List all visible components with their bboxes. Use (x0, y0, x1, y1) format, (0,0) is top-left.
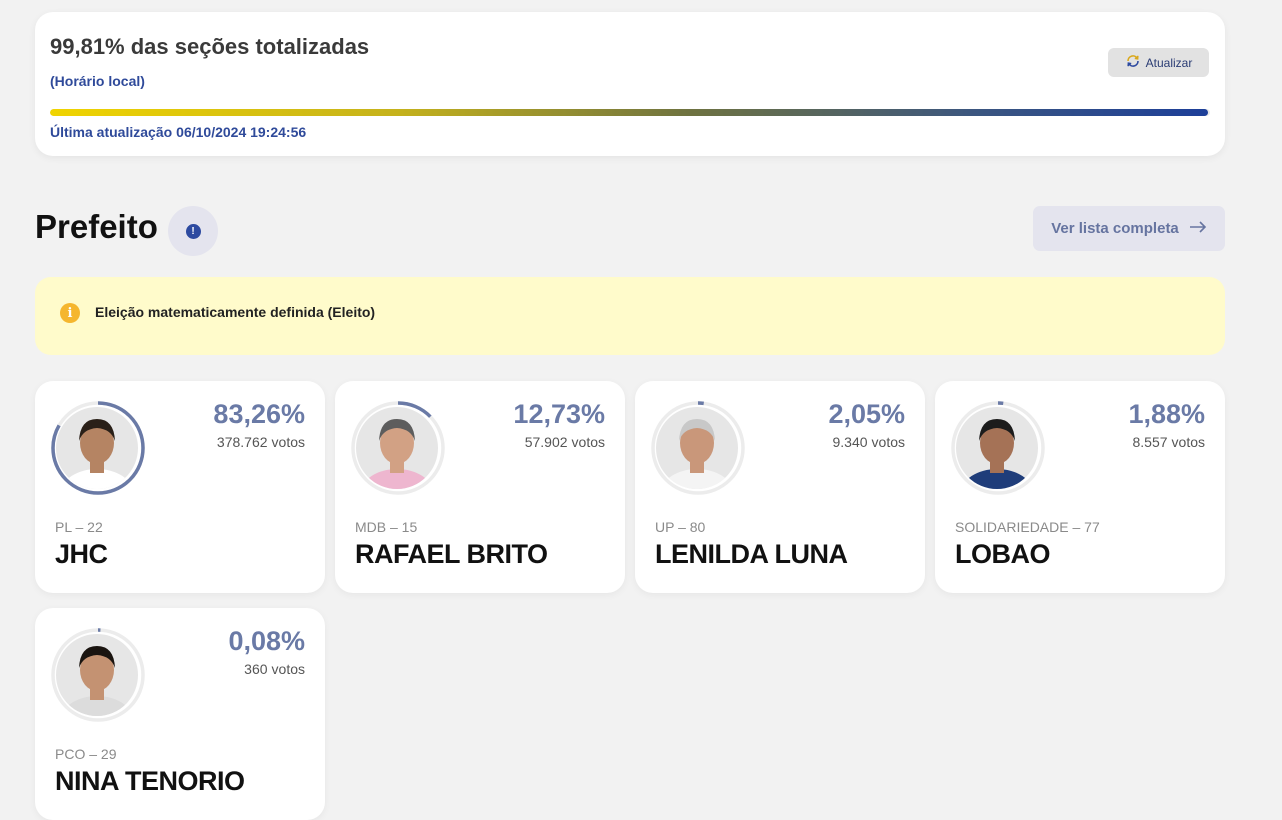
vote-percentage: 12,73% (513, 399, 605, 429)
vote-count: 57.902 votos (525, 434, 605, 450)
vote-count-value: 8.557 (1132, 434, 1168, 450)
vote-count-unit: votos (571, 434, 605, 450)
candidate-avatar (656, 407, 738, 489)
candidate-name: NINA TENORIO (55, 766, 245, 796)
candidate-name: RAFAEL BRITO (355, 539, 548, 569)
vote-count-unit: votos (1171, 434, 1205, 450)
totalization-progress-bar (50, 109, 1210, 116)
totalization-title: 99,81% das seções totalizadas (50, 34, 370, 59)
vote-count: 9.340 votos (832, 434, 905, 450)
local-time-note: (Horário local) (50, 73, 145, 89)
totalization-status-card: 99,81% das seções totalizadas (Horário l… (35, 12, 1225, 156)
candidate-card[interactable]: 1,88% 8.557 votos SOLIDARIEDADE – 77 LOBA… (935, 381, 1225, 593)
info-icon: i (60, 303, 80, 323)
candidate-card[interactable]: 83,26% 378.762 votos PL – 22 JHC (35, 381, 325, 593)
last-update-label: Última atualização (50, 124, 173, 140)
candidate-party: SOLIDARIEDADE – 77 (955, 519, 1100, 535)
vote-count-unit: votos (271, 661, 305, 677)
vote-count-value: 9.340 (832, 434, 868, 450)
candidate-card[interactable]: 12,73% 57.902 votos MDB – 15 RAFAEL BRITO (335, 381, 625, 593)
vote-count-value: 57.902 (524, 434, 568, 450)
vote-count: 360 votos (244, 661, 305, 677)
vote-percentage: 83,26% (213, 399, 305, 429)
last-update-value: 06/10/2024 19:24:56 (176, 124, 307, 140)
refresh-button-label: Atualizar (1145, 55, 1193, 70)
vote-count-unit: votos (271, 434, 305, 450)
candidate-avatar (356, 407, 438, 489)
vote-count: 8.557 votos (1132, 434, 1205, 450)
vote-percentage: 1,88% (1128, 399, 1205, 429)
info-icon: ! (185, 223, 201, 239)
candidate-party: PL – 22 (55, 519, 103, 535)
candidate-name: LOBAO (955, 539, 1051, 569)
vote-percentage: 2,05% (828, 399, 905, 429)
full-list-label: Ver lista completa (1051, 220, 1179, 237)
candidate-party: MDB – 15 (355, 519, 418, 535)
section-info-button[interactable]: ! (168, 206, 218, 256)
alert-text: Eleição matematicamente definida (Eleito… (95, 304, 376, 320)
candidate-avatar (56, 634, 138, 716)
vote-count: 378.762 votos (217, 434, 305, 450)
election-defined-alert: i Eleição matematicamente definida (Elei… (35, 277, 1225, 355)
candidate-name: JHC (55, 539, 108, 569)
candidate-avatar (56, 407, 138, 489)
vote-count-unit: votos (871, 434, 905, 450)
full-list-button[interactable]: Ver lista completa (1033, 206, 1225, 251)
vote-count-value: 360 (244, 661, 268, 677)
vote-count-value: 378.762 (216, 434, 268, 450)
vote-percentage: 0,08% (228, 626, 305, 656)
candidate-card[interactable]: 2,05% 9.340 votos UP – 80 LENILDA LUNA (635, 381, 925, 593)
refresh-button[interactable]: Atualizar (1108, 48, 1209, 77)
last-update: Última atualização 06/10/2024 19:24:56 (50, 124, 306, 140)
arrow-right-icon (1189, 220, 1207, 237)
candidate-party: UP – 80 (655, 519, 706, 535)
section-title-prefeito: Prefeito (35, 208, 158, 245)
candidate-party: PCO – 29 (55, 746, 117, 762)
candidate-name: LENILDA LUNA (655, 539, 848, 569)
refresh-icon (1125, 53, 1141, 72)
candidate-card[interactable]: 0,08% 360 votos PCO – 29 NINA TENORIO (35, 608, 325, 820)
candidate-avatar (956, 407, 1038, 489)
totalization-progress-fill (50, 109, 1208, 116)
